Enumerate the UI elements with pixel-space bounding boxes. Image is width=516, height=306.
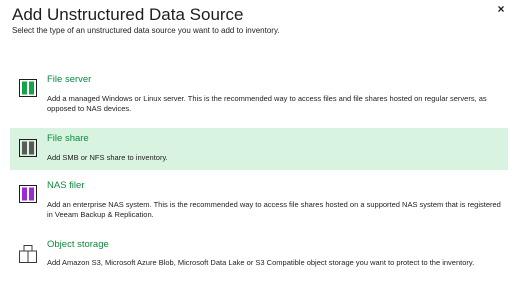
option-file-server[interactable]: File server Add a managed Windows or Lin… — [10, 68, 508, 122]
option-nas-filer[interactable]: NAS filer Add an enterprise NAS system. … — [10, 176, 508, 230]
add-unstructured-data-source-dialog: Add Unstructured Data Source Select the … — [0, 0, 516, 306]
option-file-share[interactable]: File share Add SMB or NFS share to inven… — [10, 128, 508, 170]
option-description: Add a managed Windows or Linux server. T… — [47, 94, 487, 113]
object-storage-icon — [19, 245, 37, 263]
option-label: File server — [47, 74, 92, 85]
close-icon[interactable]: × — [494, 2, 508, 16]
file-share-icon — [19, 139, 37, 157]
file-server-icon — [19, 79, 37, 97]
dialog-subtitle: Select the type of an unstructured data … — [12, 26, 280, 35]
option-object-storage[interactable]: Object storage Add Amazon S3, Microsoft … — [10, 234, 508, 288]
option-description: Add an enterprise NAS system. This is th… — [47, 200, 501, 219]
nas-filer-icon — [19, 185, 37, 203]
option-description: Add SMB or NFS share to inventory. — [47, 153, 168, 162]
option-label: NAS filer — [47, 180, 85, 191]
option-description: Add Amazon S3, Microsoft Azure Blob, Mic… — [47, 258, 475, 267]
option-label: Object storage — [47, 239, 109, 250]
dialog-title: Add Unstructured Data Source — [12, 5, 244, 24]
option-label: File share — [47, 133, 89, 144]
